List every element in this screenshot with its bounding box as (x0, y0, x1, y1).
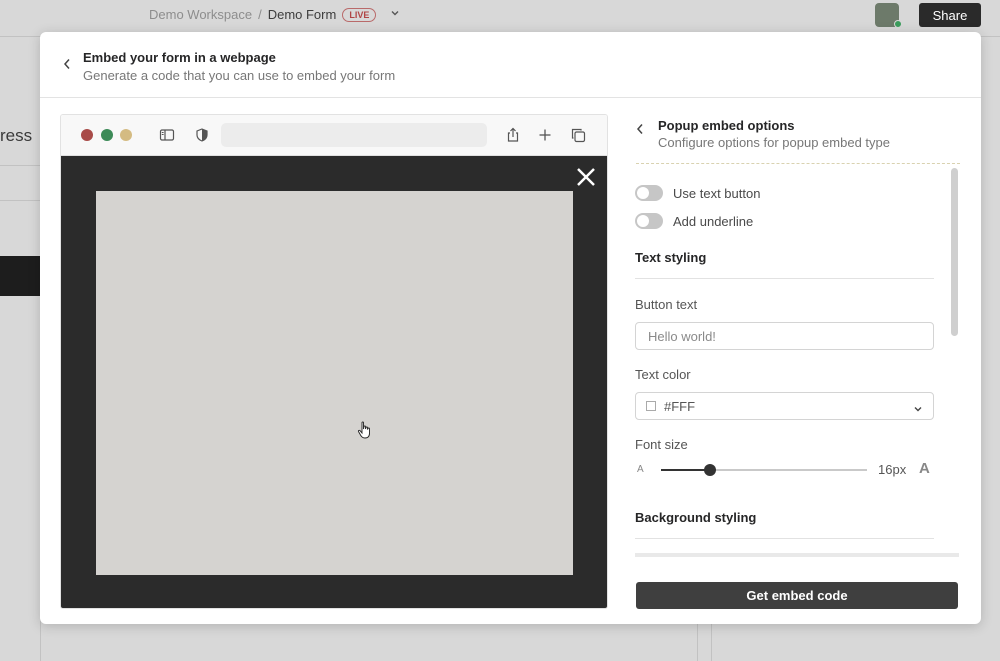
modal-subtitle: Generate a code that you can use to embe… (83, 68, 396, 83)
section-title-text-styling: Text styling (635, 250, 707, 265)
panel-title: Popup embed options (658, 118, 795, 133)
breadcrumb-separator: / (258, 7, 262, 22)
panel-scroll-fade (635, 553, 959, 557)
popup-form-preview (96, 191, 573, 575)
get-embed-code-button[interactable]: Get embed code (636, 582, 958, 609)
panel-subtitle: Configure options for popup embed type (658, 135, 890, 150)
section-title-background-styling: Background styling (635, 510, 757, 525)
url-bar (221, 123, 487, 147)
modal-header: Embed your form in a webpage Generate a … (40, 32, 981, 98)
chevron-down-icon[interactable] (390, 8, 400, 21)
window-maximize-dot (120, 129, 132, 141)
button-text-label: Button text (635, 297, 698, 312)
slider-track-fill (661, 469, 711, 471)
divider (0, 200, 40, 201)
text-color-select[interactable]: #FFF (635, 392, 934, 420)
divider (697, 624, 698, 661)
toggle-label: Add underline (673, 213, 754, 229)
options-panel: Use text button Add underline Text styli… (635, 165, 959, 557)
modal-title: Embed your form in a webpage (83, 50, 276, 65)
browser-toolbar (61, 115, 607, 156)
popup-overlay (61, 156, 607, 608)
breadcrumb-form[interactable]: Demo Form (268, 7, 337, 22)
window-close-dot (81, 129, 93, 141)
divider (635, 278, 934, 279)
scrollbar-thumb[interactable] (951, 168, 958, 336)
color-swatch (646, 401, 656, 411)
toggle-label: Use text button (673, 185, 761, 201)
button-text-input[interactable] (635, 322, 934, 350)
breadcrumb: Demo Workspace / Demo Form LIVE (149, 7, 400, 22)
back-chevron-icon[interactable] (636, 123, 648, 139)
font-size-slider-thumb[interactable] (704, 464, 717, 476)
options-panel-header: Popup embed options Configure options fo… (636, 114, 960, 164)
toggle-row-underline: Add underline (635, 213, 753, 229)
add-underline-toggle[interactable] (635, 213, 663, 229)
plus-icon (537, 127, 553, 143)
share-button[interactable]: Share (919, 3, 981, 27)
font-size-slider-row: A 16px A (635, 460, 934, 480)
small-font-glyph: A (637, 464, 644, 475)
live-badge: LIVE (342, 7, 377, 22)
browser-preview (60, 114, 608, 609)
back-chevron-icon[interactable] (60, 56, 74, 72)
toggle-row-text-button: Use text button (635, 185, 760, 201)
divider (635, 538, 934, 539)
embed-modal: Embed your form in a webpage Generate a … (40, 32, 981, 624)
hand-cursor-icon (357, 421, 373, 441)
online-status-dot (894, 20, 902, 28)
background-dark-block (0, 256, 40, 296)
large-font-glyph: A (919, 460, 930, 477)
sidebar-icon (159, 127, 175, 143)
close-icon[interactable] (574, 165, 598, 189)
divider (711, 624, 712, 661)
background-partial-text: ress (0, 126, 33, 145)
share-icon (505, 127, 521, 143)
chevron-down-icon (913, 401, 923, 412)
text-color-value: #FFF (664, 398, 696, 414)
breadcrumb-workspace[interactable]: Demo Workspace (149, 7, 252, 22)
divider (0, 165, 40, 166)
text-color-label: Text color (635, 367, 691, 382)
shield-icon (194, 127, 210, 143)
font-size-label: Font size (635, 437, 688, 452)
window-minimize-dot (101, 129, 113, 141)
use-text-button-toggle[interactable] (635, 185, 663, 201)
font-size-value: 16px (878, 462, 907, 477)
copy-tabs-icon (570, 127, 586, 143)
